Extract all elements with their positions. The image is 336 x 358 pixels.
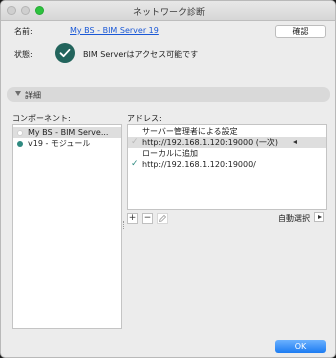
list-item[interactable]: v19 - モジュール — [13, 138, 121, 149]
arrow-left-icon — [293, 140, 297, 144]
check-icon[interactable]: ✓ — [131, 159, 139, 170]
ok-button[interactable]: OK — [275, 340, 326, 353]
details-label: 詳細 — [25, 91, 41, 100]
auto-select-button[interactable] — [314, 212, 324, 222]
module-dot-icon — [17, 141, 23, 147]
split-grip[interactable] — [123, 221, 126, 229]
group-header: サーバー管理者による設定 — [142, 127, 238, 136]
name-label: 名前: — [14, 27, 33, 36]
title-bar: ネットワーク診断 — [1, 1, 335, 21]
group-header: ローカルに追加 — [142, 149, 198, 158]
server-dot-icon — [17, 130, 23, 136]
network-diagnostics-window: ネットワーク診断 名前: My BS - BIM Server 19 確認 状態… — [0, 0, 336, 358]
arrow-right-icon — [318, 215, 322, 219]
remove-address-button[interactable]: − — [142, 213, 153, 224]
auto-select-label: 自動選択 — [278, 214, 310, 223]
addresses-list[interactable]: サーバー管理者による設定 ✓ http://192.168.1.120:1900… — [127, 124, 327, 210]
status-label: 状態: — [14, 50, 33, 59]
table-row[interactable]: ✓ http://192.168.1.120:19000 (一次) — [128, 137, 326, 148]
confirm-button[interactable]: 確認 — [275, 25, 326, 38]
status-value: BIM Serverはアクセス可能です — [83, 50, 199, 59]
pencil-icon[interactable] — [157, 213, 168, 224]
check-icon[interactable]: ✓ — [131, 137, 139, 148]
details-disclosure[interactable]: 詳細 — [7, 87, 330, 102]
checkmark-circle-icon — [55, 43, 75, 63]
disclosure-triangle-icon — [15, 91, 21, 96]
components-header: コンポーネント: — [12, 114, 71, 123]
table-row[interactable]: ✓ http://192.168.1.120:19000/ — [128, 159, 326, 170]
add-address-button[interactable]: + — [127, 213, 138, 224]
addresses-header: アドレス: — [127, 114, 162, 123]
list-item[interactable]: My BS - BIM Serve... — [13, 127, 121, 138]
server-name-link[interactable]: My BS - BIM Server 19 — [70, 26, 159, 35]
components-list[interactable]: My BS - BIM Serve... v19 - モジュール — [12, 124, 122, 329]
window-title: ネットワーク診断 — [132, 8, 205, 18]
